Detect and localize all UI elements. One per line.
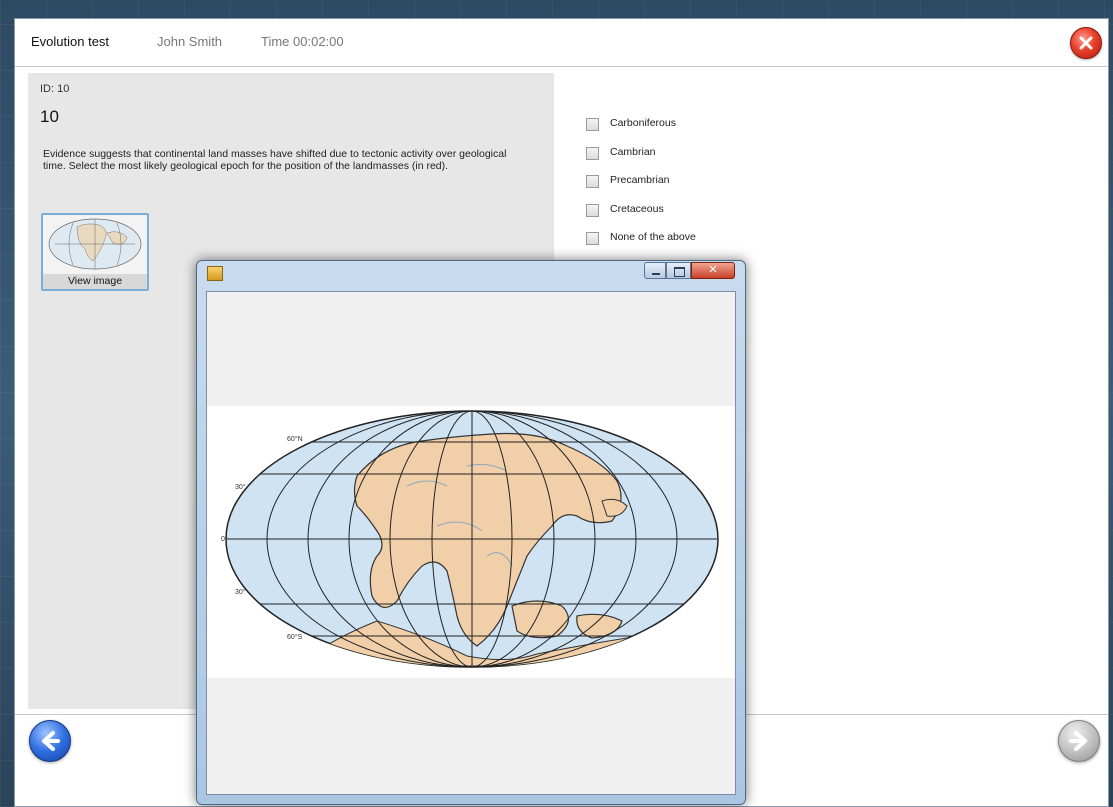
maximize-icon [674,267,685,277]
next-button[interactable] [1058,720,1100,762]
latitude-label: 0° [221,536,228,543]
option-label: Precambrian [610,174,670,186]
timer: Time 00:02:00 [261,34,344,49]
option-label: Cretaceous [610,202,664,215]
checkbox[interactable] [586,203,599,217]
window-controls: ✕ [644,262,735,281]
user-name: John Smith [157,34,223,49]
back-button[interactable] [29,720,71,762]
popup-titlebar[interactable]: ✕ [197,261,745,291]
arrow-right-circle-icon [1069,731,1087,751]
latitude-label: 30° [235,589,246,596]
thumbnail-label: View image [43,274,147,289]
latitude-label: 60°N [287,436,303,443]
image-viewer-window: ✕ 60°N 30° 0° 30° 60°S [196,260,746,805]
arrow-left-circle-icon [42,731,60,751]
latitude-label: 30° [235,484,246,491]
minimize-button[interactable] [644,262,666,279]
question-id: ID: 10 [40,83,70,95]
close-button[interactable] [1070,27,1102,59]
paleogeographic-map: 60°N 30° 0° 30° 60°S [207,406,735,678]
checkbox[interactable] [586,146,599,160]
maximize-button[interactable] [666,262,691,279]
checkbox[interactable] [586,175,599,188]
view-image-button[interactable]: View image [41,213,149,291]
map-thumbnail [48,218,142,270]
header-bar: Evolution test John Smith Time 00:02:00 [15,19,1108,67]
popup-content: 60°N 30° 0° 30° 60°S [206,291,736,795]
question-number: 10 [40,107,59,126]
question-text: Evidence suggests that continental land … [43,148,507,172]
popup-close-button[interactable]: ✕ [691,262,735,279]
option-label: Carboniferous [610,117,676,129]
close-x-icon: ✕ [708,264,718,276]
checkbox[interactable] [586,118,599,131]
option-label: Cambrian [610,145,656,158]
test-title: Evolution test [31,34,110,49]
close-circle-icon [1079,36,1093,50]
checkbox[interactable] [586,232,599,245]
latitude-label: 60°S [287,634,303,641]
option-label: None of the above [610,231,696,243]
minimize-icon [652,273,660,275]
application-icon [207,266,223,281]
